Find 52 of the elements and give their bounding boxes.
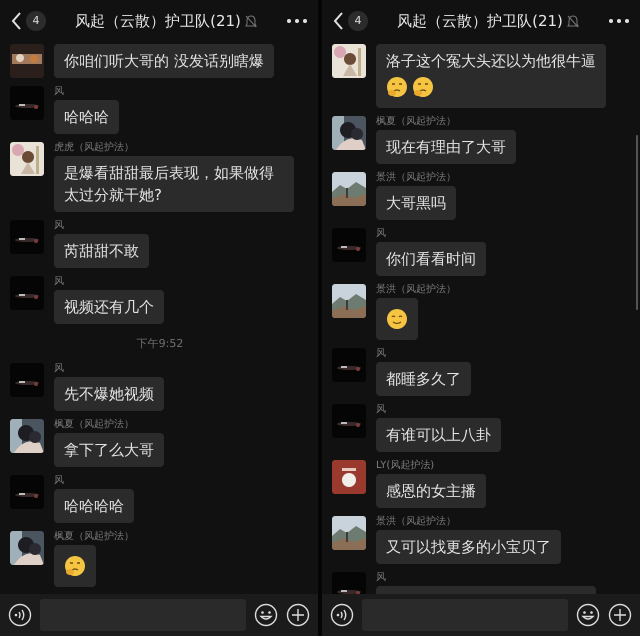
sender-name: 风 xyxy=(54,362,64,374)
chat-title: 风起（云散）护卫队(21) xyxy=(397,10,563,32)
unread-count: 4 xyxy=(348,11,368,31)
thinking-face-icon xyxy=(412,76,434,98)
message-bubble: 都睡多久了 xyxy=(376,362,471,396)
message-bubble: 又可以找更多的小宝贝了 xyxy=(376,530,561,564)
sender-name: 风 xyxy=(376,228,386,240)
emoji-icon[interactable] xyxy=(576,603,600,627)
thinking-face-icon xyxy=(64,554,86,576)
message-bubble: 先不爆她视频 xyxy=(54,376,164,410)
sender-name: 风 xyxy=(54,86,64,98)
message-bubble: 哈哈哈 xyxy=(54,100,119,134)
unread-count: 4 xyxy=(26,11,46,31)
message-bubble: 你咱们听大哥的 没发话别瞎爆 xyxy=(54,44,274,78)
sender-name: 虎虎（风起护法） xyxy=(54,142,134,154)
message-bubble: 哈哈哈哈 xyxy=(54,488,134,522)
add-icon[interactable] xyxy=(286,603,310,627)
sender-name: 风 xyxy=(376,348,386,360)
message-bubble: 现在有理由了大哥 xyxy=(376,130,516,164)
back-icon[interactable] xyxy=(332,11,344,31)
back-icon[interactable] xyxy=(10,11,22,31)
timestamp: 下午9:52 xyxy=(136,336,184,352)
sender-name: 风 xyxy=(54,220,64,232)
message-bubble: 大哥黑吗 xyxy=(376,186,456,220)
sender-name: LY(风起护法) xyxy=(376,460,434,472)
message-bubble: 视频还有几个 xyxy=(54,290,164,324)
more-icon[interactable] xyxy=(286,18,308,24)
emoji-icon[interactable] xyxy=(254,603,278,627)
sender-name: 枫夏（风起护法） xyxy=(376,116,456,128)
thinking-face-icon xyxy=(386,76,408,98)
message-bubble: 感恩的女主播 xyxy=(376,474,486,508)
sender-name: 风 xyxy=(54,276,64,288)
voice-icon[interactable] xyxy=(330,603,354,627)
message-bubble: 是爆看甜甜最后表现，如果做得太过分就干她? xyxy=(54,156,294,212)
message-bubble: 你们看看时间 xyxy=(376,242,486,276)
add-icon[interactable] xyxy=(608,603,632,627)
sender-name: 景洪（风起护法） xyxy=(376,172,456,184)
smiling-face-icon xyxy=(386,308,408,330)
voice-icon[interactable] xyxy=(8,603,32,627)
chat-title: 风起（云散）护卫队(21) xyxy=(75,10,241,32)
message-bubble: 芮甜甜不敢 xyxy=(54,234,149,268)
more-icon[interactable] xyxy=(608,18,630,24)
message-bubble: 洛子这个冤大头还以为他很牛逼 xyxy=(376,44,606,108)
sender-name: 枫夏（风起护法） xyxy=(54,418,134,430)
sender-name: 风 xyxy=(376,572,386,584)
sender-name: 景洪（风起护法） xyxy=(376,516,456,528)
sender-name: 枫夏（风起护法） xyxy=(54,530,134,542)
sender-name: 风 xyxy=(54,474,64,486)
message-bubble: 有谁可以上八卦 xyxy=(376,418,501,452)
sender-name: 风 xyxy=(376,404,386,416)
sender-name: 景洪（风起护法） xyxy=(376,284,456,296)
message-bubble: 拿下了么大哥 xyxy=(54,432,164,466)
